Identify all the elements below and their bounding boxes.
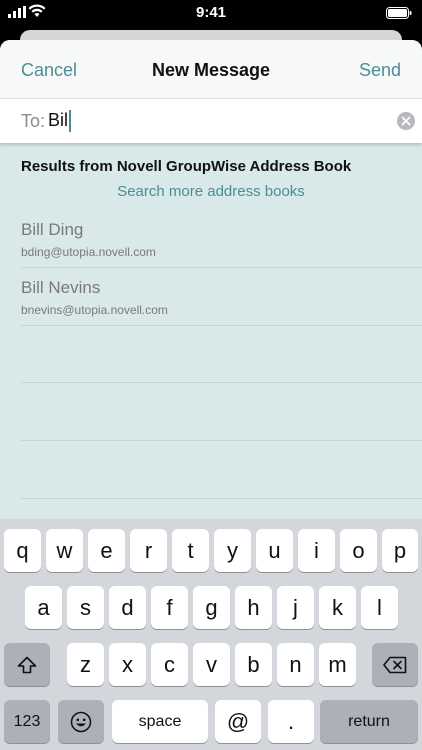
clear-text-icon[interactable] xyxy=(397,112,415,130)
key-x[interactable]: x xyxy=(109,643,146,686)
to-input[interactable] xyxy=(48,107,368,133)
key-e[interactable]: e xyxy=(88,529,125,572)
key-i[interactable]: i xyxy=(298,529,335,572)
key-f[interactable]: f xyxy=(151,586,188,629)
delete-key[interactable] xyxy=(372,643,418,686)
contact-name: Bill Nevins xyxy=(21,278,101,297)
key-v[interactable]: v xyxy=(193,643,230,686)
key-g[interactable]: g xyxy=(193,586,230,629)
key-y[interactable]: y xyxy=(214,529,251,572)
list-divider xyxy=(21,498,422,499)
key-u[interactable]: u xyxy=(256,529,293,572)
key-t[interactable]: t xyxy=(172,529,209,572)
key-a[interactable]: a xyxy=(25,586,62,629)
key-j[interactable]: j xyxy=(277,586,314,629)
emoji-key[interactable] xyxy=(58,700,104,743)
send-button[interactable]: Send xyxy=(359,60,401,81)
key-o[interactable]: o xyxy=(340,529,377,572)
key-w[interactable]: w xyxy=(46,529,83,572)
keyboard: q w e r t y u i o p a s d f g h j k l z … xyxy=(0,519,422,750)
list-divider xyxy=(21,440,422,441)
navigation-bar: Cancel New Message Send xyxy=(0,40,422,99)
numbers-key[interactable]: 123 xyxy=(4,700,50,743)
contact-result[interactable]: Bill Ding bding@utopia.novell.com xyxy=(21,210,422,268)
shift-key[interactable] xyxy=(4,643,50,686)
to-field-row: To: xyxy=(0,99,422,143)
key-c[interactable]: c xyxy=(151,643,188,686)
contact-result[interactable]: Bill Nevins bnevins@utopia.novell.com xyxy=(21,268,422,326)
key-l[interactable]: l xyxy=(361,586,398,629)
text-cursor xyxy=(69,110,71,132)
results-header: Results from Novell GroupWise Address Bo… xyxy=(21,158,352,175)
space-key[interactable]: space xyxy=(112,700,208,743)
status-bar: 9:41 xyxy=(0,0,422,28)
key-s[interactable]: s xyxy=(67,586,104,629)
emoji-icon xyxy=(70,711,92,732)
contact-name: Bill Ding xyxy=(21,220,84,239)
shift-icon xyxy=(17,656,37,673)
key-n[interactable]: n xyxy=(277,643,314,686)
key-r[interactable]: r xyxy=(130,529,167,572)
key-h[interactable]: h xyxy=(235,586,272,629)
delete-icon xyxy=(383,656,407,673)
battery-icon xyxy=(386,7,412,19)
key-m[interactable]: m xyxy=(319,643,356,686)
key-z[interactable]: z xyxy=(67,643,104,686)
key-k[interactable]: k xyxy=(319,586,356,629)
key-p[interactable]: p xyxy=(382,529,418,572)
period-key[interactable]: . xyxy=(268,700,314,743)
at-key[interactable]: @ xyxy=(215,700,261,743)
search-more-link[interactable]: Search more address books xyxy=(0,183,422,200)
to-label: To: xyxy=(21,111,46,131)
key-b[interactable]: b xyxy=(235,643,272,686)
key-d[interactable]: d xyxy=(109,586,146,629)
key-q[interactable]: q xyxy=(4,529,41,572)
contact-email: bnevins@utopia.novell.com xyxy=(21,303,168,317)
contact-email: bding@utopia.novell.com xyxy=(21,245,156,259)
return-key[interactable]: return xyxy=(320,700,418,743)
status-time: 9:41 xyxy=(195,4,227,21)
list-divider xyxy=(21,382,422,383)
